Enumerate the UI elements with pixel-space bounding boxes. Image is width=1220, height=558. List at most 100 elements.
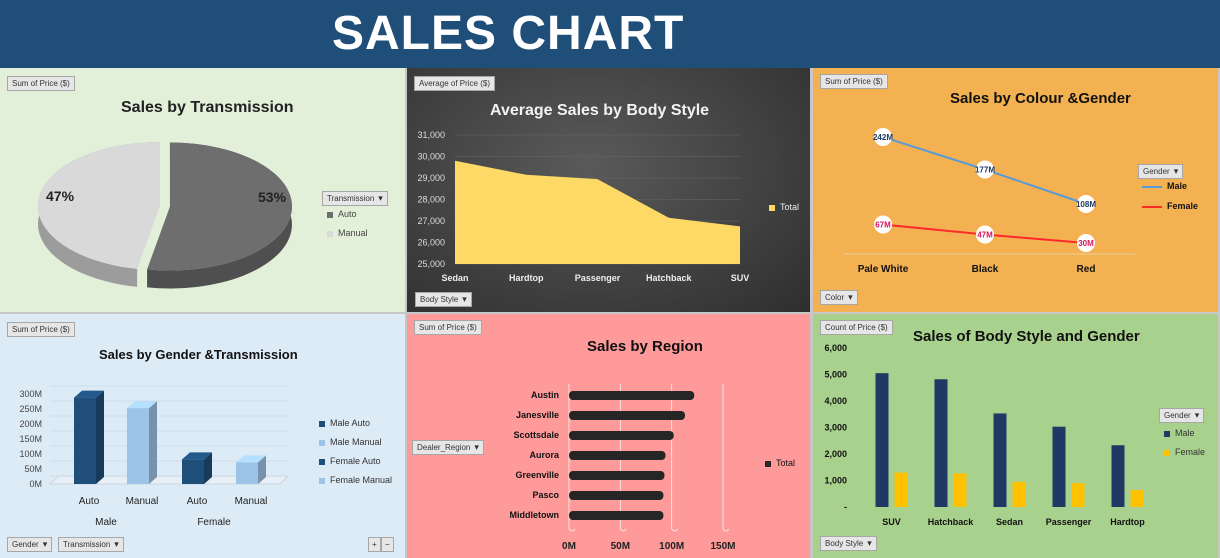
column-female-passenger	[1071, 483, 1085, 507]
x-tick-label: 0M	[562, 541, 576, 552]
legend-label: Male	[1167, 181, 1188, 191]
y-tick-label: 200M	[19, 419, 42, 429]
legend-swatch	[769, 204, 775, 211]
x-tick-label: 100M	[659, 541, 684, 552]
legend-item-male-manual: Male Manual	[319, 437, 382, 447]
x-tick-label: Manual	[235, 496, 268, 507]
y-tick-label: 100M	[19, 449, 42, 459]
panel-sales-by-transmission: Sum of Price ($) Sales by Transmission 5…	[0, 68, 405, 312]
data-label: 108M	[1076, 200, 1096, 209]
legend-item-female-manual: Female Manual	[319, 475, 392, 485]
legend-item-male-auto: Male Auto	[319, 418, 370, 428]
gridline	[722, 384, 730, 532]
y-tick-label: -	[844, 502, 847, 512]
legend-swatch	[327, 211, 333, 218]
legend-label: Male	[1175, 428, 1195, 438]
legend-item-total: Total	[769, 202, 799, 212]
x-tick-label: Hardtop	[1110, 517, 1145, 527]
legend-item-female-auto: Female Auto	[319, 456, 381, 466]
x-tick-label: Auto	[187, 496, 208, 507]
panel-sales-by-region: Sum of Price ($) Sales by Region 0M 50M 10…	[407, 314, 810, 558]
legend-label: Male Manual	[330, 437, 382, 447]
filter-transmission[interactable]: Transmission	[58, 537, 124, 552]
y-tick-label: 6,000	[824, 343, 847, 353]
panel-sales-by-gender-transmission: Sum of Price ($) Sales by Gender &Transm…	[0, 314, 405, 558]
filter-gender[interactable]: Gender	[7, 537, 53, 552]
bar-aurora	[569, 451, 666, 460]
y-tick-label: 50M	[24, 464, 42, 474]
legend-label: Total	[780, 202, 800, 212]
legend-swatch	[1164, 430, 1170, 437]
legend-label: Auto	[338, 209, 357, 219]
column-chart-3d: 0M 50M 100M 150M 200M 250M 300M Auto Manual Auto M…	[19, 385, 290, 528]
y-tick-label: 0M	[29, 479, 42, 489]
column-male-hatchback	[934, 379, 948, 507]
filter-dealer-region[interactable]: Dealer_Region	[412, 440, 484, 455]
x-tick-label: SUV	[731, 273, 750, 283]
y-tick-label: 2,000	[824, 449, 847, 459]
expand-button[interactable]: +	[368, 537, 381, 552]
y-tick-label: 4,000	[824, 396, 847, 406]
legend-item-auto: Auto	[327, 209, 357, 219]
y-tick-label: 250M	[19, 404, 42, 414]
y-tick-label: 300M	[19, 389, 42, 399]
column-male-auto	[74, 397, 96, 484]
legend-swatch	[319, 458, 325, 465]
y-tick-label: 30,000	[417, 152, 445, 162]
data-label: 67M	[875, 221, 891, 230]
column-female-hardtop	[1130, 490, 1144, 507]
y-tick-label: Pasco	[532, 490, 559, 500]
y-tick-label: 29,000	[417, 173, 445, 183]
column-female-suv	[894, 472, 908, 507]
filter-body-style[interactable]: Body Style	[415, 292, 472, 307]
x-tick-label: Manual	[126, 496, 159, 507]
column-female-auto	[182, 459, 204, 484]
filter-color[interactable]: Color	[820, 290, 858, 305]
y-tick-label: Austin	[531, 390, 559, 400]
group-label-male: Male	[95, 517, 117, 528]
data-label: 30M	[1078, 239, 1094, 248]
y-tick-label: 28,000	[417, 195, 445, 205]
x-tick-label: 50M	[611, 541, 630, 552]
legend-swatch	[319, 439, 325, 446]
legend-filter-gender[interactable]: Gender	[1138, 164, 1184, 179]
x-tick-label: Pale White	[858, 264, 909, 275]
x-tick-label: Passenger	[1046, 517, 1092, 527]
legend-label: Total	[776, 458, 796, 468]
legend-label: Male Auto	[330, 418, 371, 428]
header-bar: SALES CHART	[0, 0, 1220, 68]
filter-transmission[interactable]: Transmission	[322, 191, 388, 206]
area-series-total	[455, 160, 740, 264]
collapse-button[interactable]: −	[381, 537, 394, 552]
gridline	[671, 384, 678, 532]
legend-swatch	[1164, 449, 1170, 456]
bar-greenville	[569, 471, 665, 480]
panel-sales-by-colour-gender: Sum of Price ($) Sales by Colour &Gender…	[813, 68, 1218, 312]
column-side	[96, 390, 104, 484]
x-tick-label: Hatchback	[646, 273, 693, 283]
data-label: 177M	[975, 166, 995, 175]
filter-body-style[interactable]: Body Style	[820, 536, 877, 551]
column-male-sedan	[993, 413, 1007, 507]
legend-swatch	[1142, 205, 1162, 208]
legend-label: Female	[1167, 201, 1199, 211]
column-female-hatchback	[953, 473, 967, 507]
legend-swatch	[319, 477, 325, 484]
x-tick-label: Hardtop	[509, 273, 544, 283]
panel-average-sales-by-body-style: Average of Price ($) Average Sales by Bo…	[407, 68, 810, 312]
x-tick-label: Hatchback	[928, 517, 975, 527]
area-chart: 25,000 26,000 27,000 28,000 29,000 30,000 31,0…	[417, 130, 750, 283]
x-tick-label: Red	[1077, 264, 1096, 275]
legend-swatch	[1142, 185, 1162, 188]
data-label: 47M	[977, 231, 993, 240]
legend-filter-gender[interactable]: Gender	[1159, 408, 1205, 423]
y-tick-label: Janesville	[516, 410, 559, 420]
group-label-female: Female	[197, 517, 231, 528]
column-female-manual	[236, 462, 258, 484]
y-tick-label: Greenville	[515, 470, 559, 480]
legend-swatch	[319, 420, 325, 427]
y-tick-label: 1,000	[824, 476, 847, 486]
column-side	[149, 401, 157, 484]
x-tick-label: 150M	[710, 541, 735, 552]
column-male-manual	[127, 408, 149, 484]
